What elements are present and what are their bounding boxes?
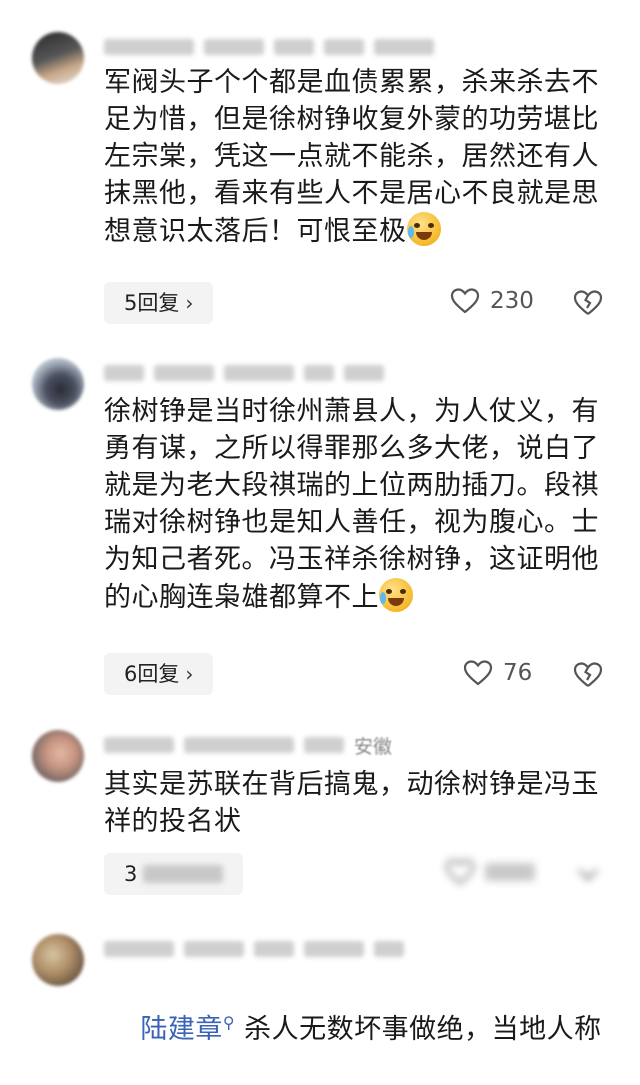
broken-heart-icon[interactable] xyxy=(573,661,603,689)
broken-heart-icon[interactable] xyxy=(573,289,603,317)
comment-text-content: 徐树铮是当时徐州萧县人，为人仗义，有勇有谋，之所以得罪那么多大佬，说白了就是为老… xyxy=(104,396,599,613)
comment-meta-blurred xyxy=(104,938,404,960)
chevron-right-icon: › xyxy=(185,662,194,686)
chevron-down-icon[interactable] xyxy=(573,860,603,888)
comment-text-content: 军阀头子个个都是血债累累，杀来杀去不足为惜，但是徐树铮收复外蒙的功劳堪比左宗棠，… xyxy=(104,67,599,247)
comment-text: 军阀头子个个都是血债累累，杀来杀去不足为惜，但是徐树铮收复外蒙的功劳堪比左宗棠，… xyxy=(104,64,614,250)
comment-meta-blurred xyxy=(104,362,384,384)
like-button[interactable]: 230 xyxy=(450,287,534,315)
comment-text: 其实是苏联在背后搞鬼，动徐树铮是冯玉祥的投名状 xyxy=(104,769,599,837)
comment-text: 徐树铮是当时徐州萧县人，为人仗义，有勇有谋，之所以得罪那么多大佬，说白了就是为老… xyxy=(104,393,614,616)
heart-outline-icon xyxy=(463,660,493,686)
like-button[interactable] xyxy=(445,858,535,886)
comment-meta: 安徽 xyxy=(104,734,393,758)
comment-meta-blurred xyxy=(104,36,434,58)
avatar[interactable] xyxy=(32,934,84,986)
comment-location: 安徽 xyxy=(354,735,393,758)
avatar[interactable] xyxy=(32,32,84,84)
laughing-crying-emoji-icon xyxy=(379,578,413,612)
replies-button[interactable]: 3 xyxy=(104,853,244,895)
avatar[interactable] xyxy=(32,358,84,410)
like-button[interactable]: 76 xyxy=(463,659,532,687)
crying-emoji-icon xyxy=(406,212,441,246)
heart-outline-icon xyxy=(445,859,475,885)
heart-outline-icon xyxy=(450,288,480,314)
replies-button[interactable]: 5回复 › xyxy=(104,282,214,324)
replies-count: 3 xyxy=(124,862,138,886)
search-icon: ⚲ xyxy=(222,1013,236,1032)
replies-count: 6回复 xyxy=(124,662,180,686)
avatar[interactable] xyxy=(32,730,84,782)
like-count: 76 xyxy=(503,660,533,686)
comment-text: 陆建章⚲ 杀人无数坏事做绝，当地人称 xyxy=(104,967,614,1085)
blurred-reply-text xyxy=(143,865,224,883)
replies-count: 5回复 xyxy=(124,291,180,315)
replies-button[interactable]: 6回复 › xyxy=(104,653,214,695)
like-count: 230 xyxy=(490,288,534,314)
chevron-right-icon: › xyxy=(185,291,194,315)
